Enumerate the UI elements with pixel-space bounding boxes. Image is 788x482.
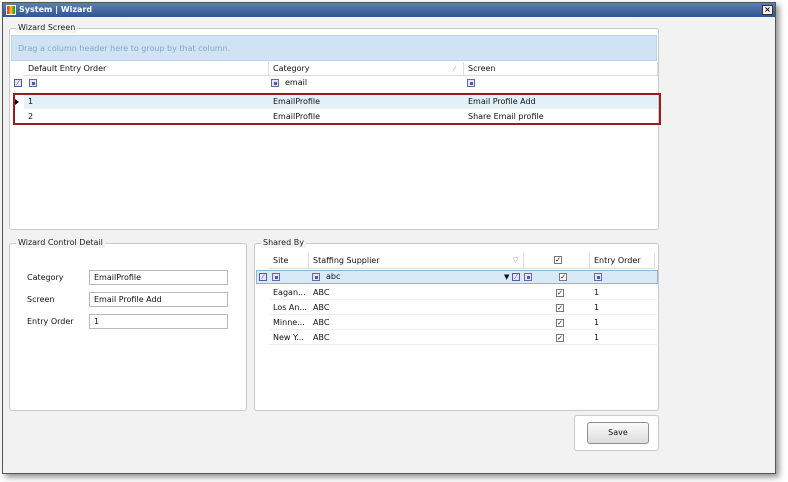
- filter-operator-icon[interactable]: [312, 273, 320, 281]
- wizard-window: System | Wizard × Wizard Screen Drag a c…: [2, 2, 776, 474]
- category-field[interactable]: EmailProfile: [89, 270, 228, 285]
- screen-label: Screen: [27, 295, 55, 304]
- group-by-panel[interactable]: Drag a column header here to group by th…: [11, 35, 657, 61]
- filter-row: ⁄ email: [11, 77, 658, 89]
- filter-checkbox[interactable]: ✓: [559, 273, 567, 281]
- wizard-screen-group: Wizard Screen Drag a column header here …: [9, 23, 661, 230]
- shared-filter-row: ⁄ abc ▼ ⁄ ✓: [256, 270, 658, 284]
- wizard-screen-title: Wizard Screen: [16, 23, 78, 33]
- entry-order-field[interactable]: 1: [89, 314, 228, 329]
- column-header-site[interactable]: Site: [269, 253, 309, 269]
- row-checkbox[interactable]: ✓: [556, 304, 564, 312]
- supplier-filter-input[interactable]: abc: [322, 270, 502, 284]
- wizard-control-detail-title: Wizard Control Detail: [16, 238, 105, 248]
- clear-filter-icon[interactable]: ⁄: [14, 79, 22, 87]
- cell-entry-order: 1: [594, 288, 600, 297]
- table-row[interactable]: Minne... ABC ✓ 1: [269, 316, 657, 330]
- clear-filter-icon[interactable]: ⁄: [259, 273, 267, 281]
- column-header-staffing-supplier[interactable]: Staffing Supplier: [309, 253, 524, 269]
- app-icon: [6, 5, 16, 15]
- column-header-checked[interactable]: ✓: [524, 253, 590, 269]
- close-button[interactable]: ×: [762, 5, 773, 15]
- table-row[interactable]: Eagan... ABC ✓ 1: [269, 286, 657, 300]
- sort-icon: ⁄: [454, 65, 456, 73]
- shared-by-group: Shared By Site Staffing Supplier ▽ ✓ Ent…: [254, 238, 659, 411]
- cell-site: Eagan...: [273, 288, 306, 297]
- table-row[interactable]: New Y... ABC ✓ 1: [269, 331, 657, 345]
- filter-operator-icon[interactable]: [29, 79, 37, 87]
- save-button[interactable]: Save: [587, 422, 649, 444]
- actions-group: Save: [574, 415, 659, 451]
- entry-order-label: Entry Order: [27, 317, 74, 326]
- wizard-control-detail-group: Wizard Control Detail Category EmailProf…: [9, 238, 247, 411]
- column-header-default-entry-order[interactable]: Default Entry Order: [24, 62, 269, 76]
- cell-entry-order: 1: [594, 303, 600, 312]
- filter-operator-icon[interactable]: [594, 273, 602, 281]
- column-header-entry-order[interactable]: Entry Order: [590, 253, 655, 269]
- shared-by-title: Shared By: [261, 238, 306, 248]
- screen-field[interactable]: Email Profile Add: [89, 292, 228, 307]
- cell-site: Minne...: [273, 318, 305, 327]
- clear-filter-icon[interactable]: ⁄: [512, 273, 520, 281]
- cell-supplier: ABC: [313, 288, 330, 297]
- title-bar: System | Wizard ×: [3, 3, 775, 17]
- cell-site: Los An...: [273, 303, 308, 312]
- column-header-category[interactable]: Category: [269, 62, 464, 76]
- row-checkbox[interactable]: ✓: [556, 319, 564, 327]
- selection-highlight: [13, 93, 661, 125]
- filter-operator-icon[interactable]: [524, 273, 532, 281]
- cell-supplier: ABC: [313, 303, 330, 312]
- cell-entry-order: 1: [594, 333, 600, 342]
- filter-funnel-icon[interactable]: ▽: [513, 256, 518, 264]
- filter-operator-icon[interactable]: [467, 79, 475, 87]
- cell-supplier: ABC: [313, 318, 330, 327]
- window-title: System | Wizard: [19, 5, 93, 14]
- cell-supplier: ABC: [313, 333, 330, 342]
- filter-operator-icon[interactable]: [272, 273, 280, 281]
- column-header-screen[interactable]: Screen: [464, 62, 658, 76]
- row-checkbox[interactable]: ✓: [556, 289, 564, 297]
- dropdown-arrow-icon[interactable]: ▼: [504, 273, 509, 281]
- category-label: Category: [27, 273, 64, 282]
- row-checkbox[interactable]: ✓: [556, 334, 564, 342]
- cell-site: New Y...: [273, 333, 304, 342]
- cell-entry-order: 1: [594, 318, 600, 327]
- category-filter-input[interactable]: email: [281, 76, 461, 90]
- table-row[interactable]: Los An... ABC ✓ 1: [269, 301, 657, 315]
- filter-operator-icon[interactable]: [271, 79, 279, 87]
- select-all-checkbox[interactable]: ✓: [554, 256, 562, 264]
